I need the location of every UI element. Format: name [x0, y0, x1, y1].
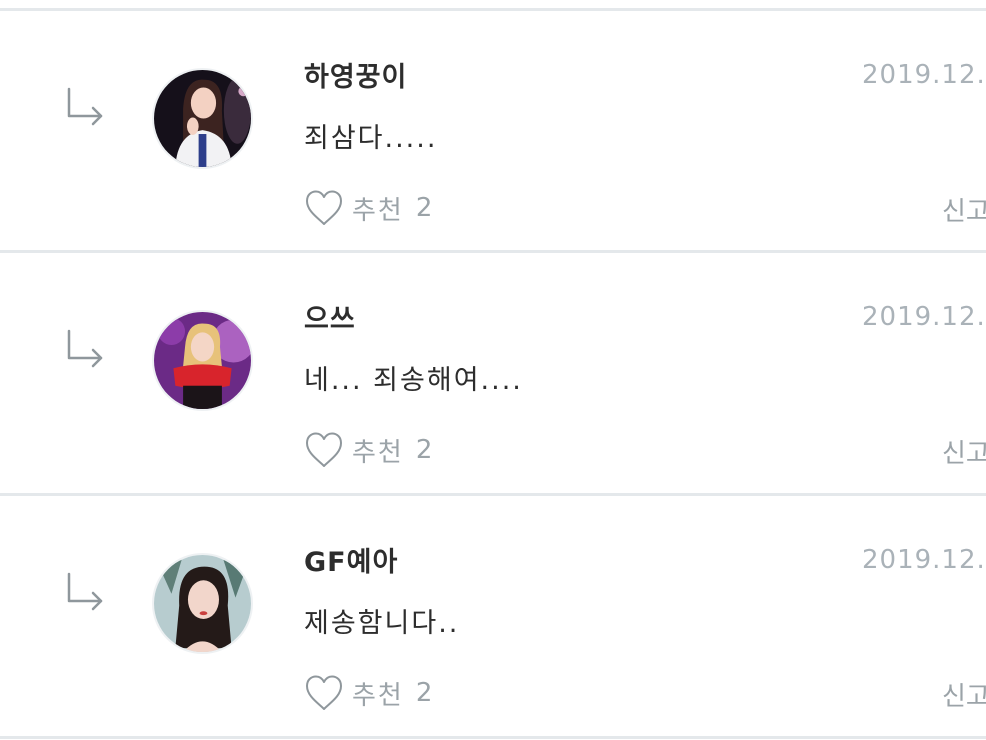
like-count: 2 [415, 435, 433, 465]
avatar-image [154, 312, 251, 409]
heart-outline-icon [306, 675, 342, 710]
like-label: 추천 [352, 195, 404, 226]
comment-reply-list: 하영꿍이 2019.12.01 죄삼다..... 추천 2 신고 [0, 0, 986, 740]
avatar[interactable] [152, 310, 253, 411]
reply-arrow-icon [67, 329, 103, 368]
like-label: 추천 [352, 437, 404, 468]
like-count: 2 [415, 193, 433, 223]
avatar[interactable] [152, 553, 253, 654]
reply-comment: 으쓰 2019.12.01 네... 죄송해여.... 추천 2 신고 [0, 253, 986, 493]
reply-comment: 하영꿍이 2019.12.01 죄삼다..... 추천 2 신고 [0, 11, 986, 251]
comment-date: 2019.12.01 [862, 302, 986, 332]
like-button[interactable]: 추천 2 [304, 186, 432, 230]
reply-comment: GF예아 2019.12.01 제송함니다.. 추천 2 신고 [0, 496, 986, 736]
comment-author[interactable]: 으쓰 [304, 297, 356, 336]
avatar[interactable] [152, 68, 253, 169]
like-label: 추천 [352, 680, 404, 711]
comment-date: 2019.12.01 [862, 545, 986, 575]
comment-author[interactable]: GF예아 [304, 540, 398, 579]
comment-text: 제송함니다.. [304, 608, 460, 639]
heart-outline-icon [306, 190, 342, 225]
report-link[interactable]: 신고 [942, 433, 986, 470]
avatar-image [154, 70, 251, 167]
reply-arrow-icon [67, 572, 103, 611]
report-link[interactable]: 신고 [942, 676, 986, 713]
like-button[interactable]: 추천 2 [304, 428, 432, 472]
comment-author[interactable]: 하영꿍이 [304, 55, 407, 94]
comment-date: 2019.12.01 [862, 60, 986, 90]
reply-arrow-icon [67, 87, 103, 126]
heart-outline-icon [306, 432, 342, 467]
avatar-image [154, 555, 251, 652]
like-button[interactable]: 추천 2 [304, 671, 432, 715]
divider [0, 736, 986, 739]
report-link[interactable]: 신고 [942, 191, 986, 228]
comment-text: 네... 죄송해여.... [304, 365, 523, 396]
like-count: 2 [415, 678, 433, 708]
comment-text: 죄삼다..... [304, 123, 438, 154]
